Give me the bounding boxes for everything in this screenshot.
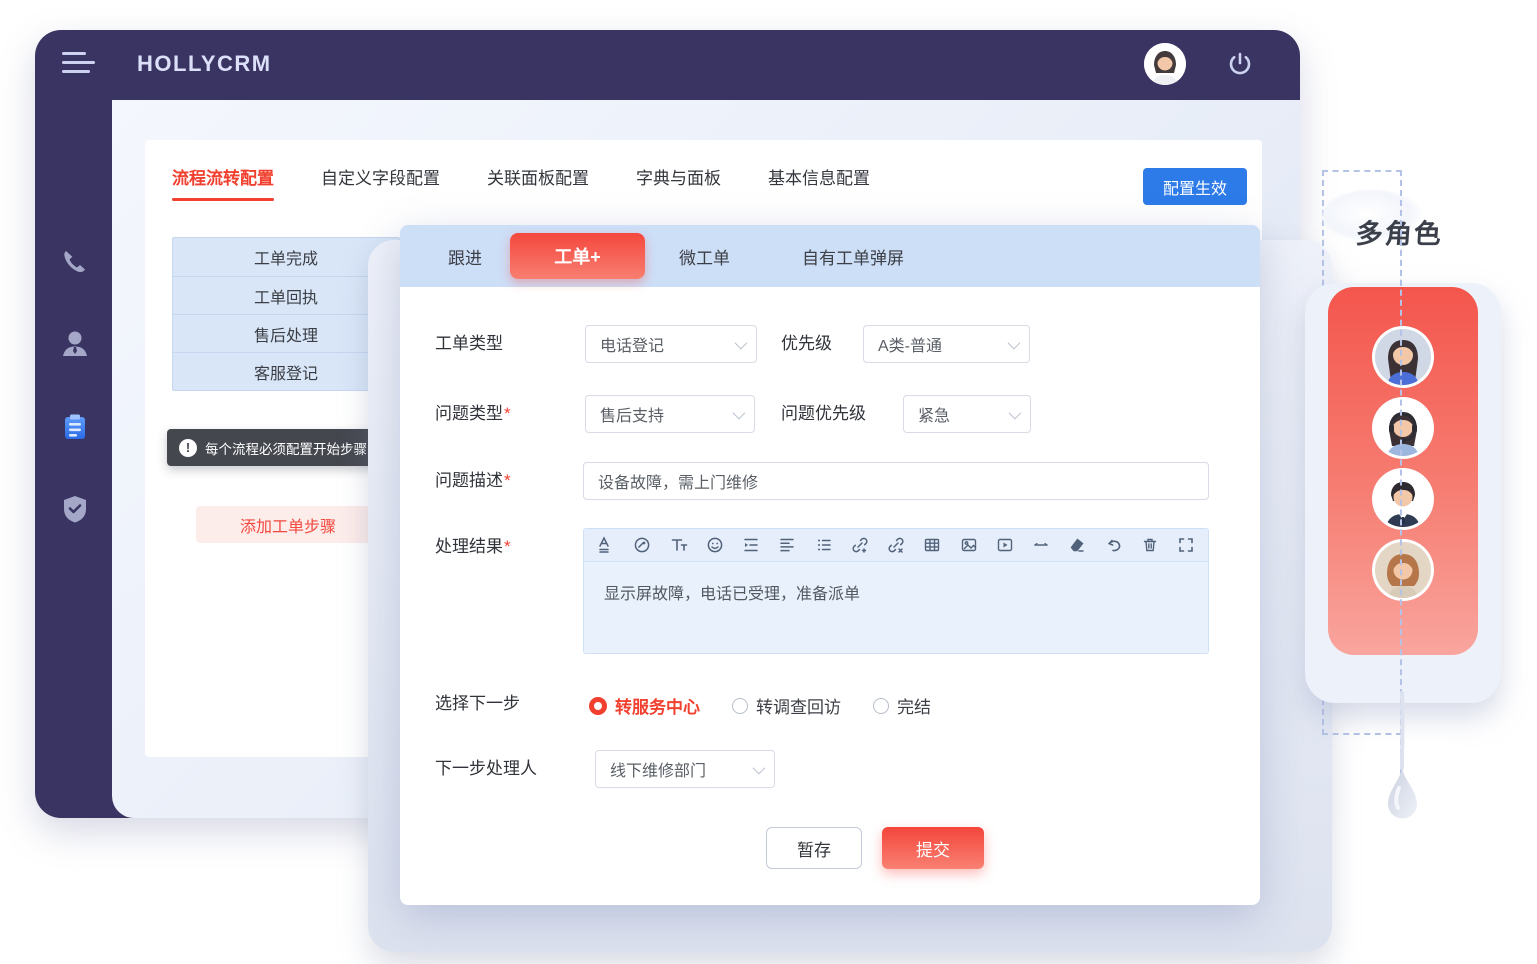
app-header: HOLLYCRM [35, 30, 1300, 100]
chevron-down-icon [1008, 337, 1021, 350]
result-editor[interactable]: 显示屏故障，电话已受理，准备派单 [583, 528, 1209, 654]
palette-icon[interactable] [633, 536, 651, 554]
image-icon[interactable] [960, 536, 978, 554]
radio-selected-icon[interactable] [589, 697, 607, 715]
next-step-radio-group: 转服务中心 转调查回访 完结 [589, 693, 931, 718]
tab-linked-panel[interactable]: 关联面板配置 [487, 164, 589, 201]
video-icon[interactable] [996, 536, 1014, 554]
problem-desc-label: 问题描述* [435, 462, 511, 500]
flow-step-item[interactable]: 客服登记 [173, 352, 399, 390]
app-title: HOLLYCRM [137, 51, 272, 77]
flow-tooltip: ! 每个流程必须配置开始步骤 [167, 429, 379, 466]
priority-label: 优先级 [781, 325, 832, 363]
link-remove-icon[interactable] [887, 536, 905, 554]
flow-step-list: 工单完成 工单回执 售后处理 客服登记 [172, 237, 400, 391]
drop-shape [1378, 688, 1428, 868]
submit-button[interactable]: 提交 [882, 827, 984, 869]
tab-micro-work-order[interactable]: 微工单 [679, 244, 730, 269]
undo-icon[interactable] [1105, 536, 1123, 554]
work-order-type-select[interactable]: 电话登记 [585, 325, 757, 363]
contacts-icon[interactable] [59, 328, 91, 360]
agent-female-bob [1372, 539, 1434, 601]
next-step-label: 选择下一步 [435, 685, 520, 723]
hamburger-menu-icon[interactable] [62, 52, 96, 78]
result-editor-body[interactable]: 显示屏故障，电话已受理，准备派单 [584, 562, 1208, 654]
tab-flow-config[interactable]: 流程流转配置 [172, 164, 274, 201]
radio-label-service-center[interactable]: 转服务中心 [615, 693, 700, 718]
agent-male-suit [1372, 468, 1434, 530]
tab-follow-up[interactable]: 跟进 [448, 244, 482, 269]
tab-custom-fields[interactable]: 自定义字段配置 [321, 164, 440, 201]
result-label: 处理结果* [435, 528, 511, 566]
page: HOLLYCRM [0, 0, 1537, 964]
work-order-type-label: 工单类型 [435, 325, 503, 363]
priority-select[interactable]: A类-普通 [863, 325, 1030, 363]
phone-icon[interactable] [59, 246, 91, 278]
multi-role-panel: 多角色 [1290, 150, 1530, 910]
config-tab-bar: 流程流转配置 自定义字段配置 关联面板配置 字典与面板 基本信息配置 [172, 164, 870, 201]
security-shield-icon[interactable] [59, 493, 91, 525]
radio-label-finish[interactable]: 完结 [897, 693, 931, 718]
agent-female-longhair [1372, 326, 1434, 388]
indent-icon[interactable] [742, 536, 760, 554]
radio-label-survey-callback[interactable]: 转调查回访 [756, 693, 841, 718]
chevron-down-icon [1009, 407, 1022, 420]
workorder-clipboard-icon[interactable] [59, 411, 91, 443]
chevron-down-icon [753, 762, 766, 775]
tab-dictionary-panel[interactable]: 字典与面板 [636, 164, 721, 201]
flow-step-item[interactable]: 售后处理 [173, 314, 399, 352]
exclamation-icon: ! [179, 439, 197, 457]
trash-icon[interactable] [1141, 536, 1159, 554]
chevron-down-icon [733, 407, 746, 420]
flow-step-item[interactable]: 工单回执 [173, 276, 399, 314]
tab-work-order-active[interactable]: 工单+ [510, 233, 645, 279]
power-icon[interactable] [1225, 50, 1255, 80]
problem-priority-select[interactable]: 紧急 [903, 395, 1031, 433]
chevron-down-icon [735, 337, 748, 350]
next-handler-label: 下一步处理人 [435, 750, 537, 788]
next-handler-select[interactable]: 线下维修部门 [595, 750, 775, 788]
add-step-button[interactable]: 添加工单步骤 [196, 506, 380, 543]
tab-basic-info[interactable]: 基本信息配置 [768, 164, 870, 201]
editor-toolbar [584, 529, 1208, 562]
problem-priority-label: 问题优先级 [781, 395, 866, 433]
agent-female-headset [1372, 397, 1434, 459]
align-icon[interactable] [778, 536, 796, 554]
font-style-icon[interactable] [597, 536, 615, 554]
link-add-icon[interactable] [851, 536, 869, 554]
apply-config-button[interactable]: 配置生效 [1143, 168, 1247, 205]
problem-type-select[interactable]: 售后支持 [585, 395, 755, 433]
save-draft-button[interactable]: 暂存 [766, 827, 862, 869]
user-avatar[interactable] [1144, 43, 1186, 85]
radio-unselected-icon[interactable] [873, 698, 889, 714]
problem-type-label: 问题类型* [435, 395, 511, 433]
flow-step-item[interactable]: 工单完成 [173, 238, 399, 276]
emoji-icon[interactable] [706, 536, 724, 554]
modal-tab-bar: 跟进 工单+ 微工单 自有工单弹屏 [400, 225, 1260, 287]
font-size-icon[interactable] [670, 536, 688, 554]
work-order-modal: 跟进 工单+ 微工单 自有工单弹屏 工单类型 电话登记 优先级 A类-普通 问题… [400, 225, 1260, 905]
table-icon[interactable] [923, 536, 941, 554]
eraser-icon[interactable] [1068, 536, 1086, 554]
list-icon[interactable] [815, 536, 833, 554]
radio-unselected-icon[interactable] [732, 698, 748, 714]
tooltip-text: 每个流程必须配置开始步骤 [205, 438, 367, 458]
problem-desc-input[interactable]: 设备故障，需上门维修 [583, 462, 1209, 500]
tab-own-popup[interactable]: 自有工单弹屏 [802, 244, 904, 269]
fullscreen-icon[interactable] [1177, 536, 1195, 554]
divider-icon[interactable] [1032, 536, 1050, 554]
